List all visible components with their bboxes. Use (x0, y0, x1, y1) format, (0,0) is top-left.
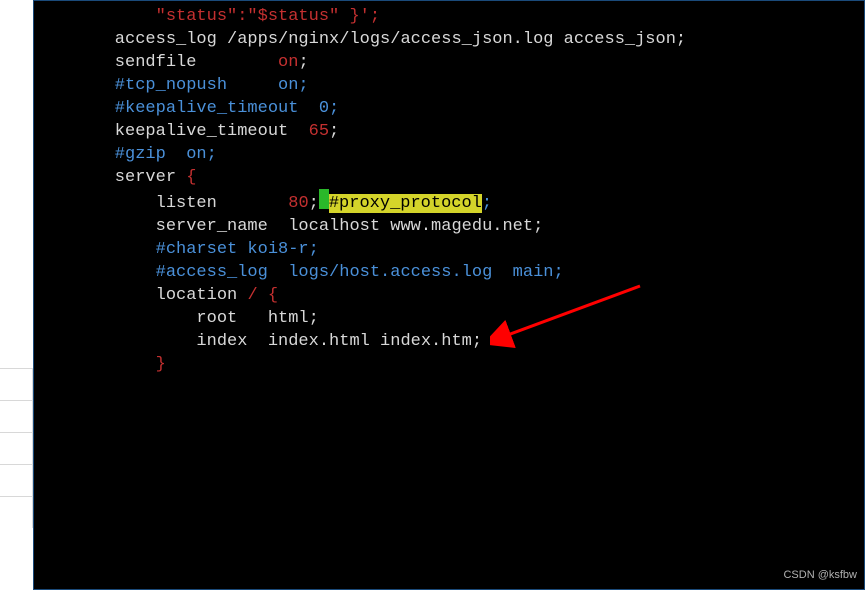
code-line-comment: #access_log logs/host.access.log main; (34, 261, 864, 284)
semi: ; (298, 53, 308, 72)
brace: } (156, 355, 166, 374)
highlighted-comment: #proxy_protocol (329, 194, 482, 213)
row-cell (0, 432, 33, 464)
code-line: server { (34, 166, 864, 189)
code-line-comment: #gzip on; (34, 143, 864, 166)
code-line: access_log /apps/nginx/logs/access_json.… (34, 28, 864, 51)
directive: location (74, 286, 247, 305)
code-line: root html; (34, 307, 864, 330)
row-cell (0, 496, 33, 528)
brace: / { (247, 286, 278, 305)
indent (74, 355, 156, 374)
code-line-comment: #tcp_nopush on; (34, 74, 864, 97)
value: 80 (288, 194, 308, 213)
watermark: CSDN @ksfbw (783, 564, 857, 587)
semi: ; (309, 194, 319, 213)
directive: listen (74, 194, 288, 213)
directive: server (74, 168, 186, 187)
directive: sendfile (74, 53, 278, 72)
code-line: sendfile on; (34, 51, 864, 74)
code-line-comment: #keepalive_timeout 0; (34, 97, 864, 120)
code-line: location / { (34, 284, 864, 307)
code-line: index index.html index.htm; (34, 330, 864, 353)
code-line: keepalive_timeout 65; (34, 120, 864, 143)
semi: ; (482, 194, 492, 213)
semi: ; (329, 122, 339, 141)
cursor-icon (319, 189, 329, 209)
row-cell (0, 400, 33, 432)
directive: keepalive_timeout (74, 122, 309, 141)
brace: { (186, 168, 196, 187)
code-line: server_name localhost www.magedu.net; (34, 215, 864, 238)
value: 65 (309, 122, 329, 141)
code-line-listen: listen 80;#proxy_protocol; (34, 189, 864, 215)
row-cell (0, 368, 33, 400)
code-line: "status":"$status" }'; (34, 5, 864, 28)
value: on (278, 53, 298, 72)
code-line-comment: #charset koi8-r; (34, 238, 864, 261)
terminal-editor[interactable]: "status":"$status" }'; access_log /apps/… (33, 0, 865, 590)
code-line: } (34, 353, 864, 376)
config-text: "status":"$status" }'; (74, 7, 380, 26)
spreadsheet-row-strip (0, 368, 33, 528)
row-cell (0, 464, 33, 496)
